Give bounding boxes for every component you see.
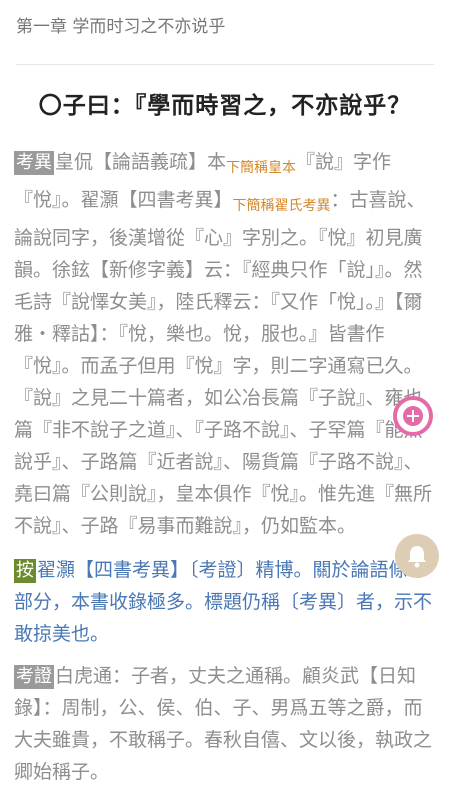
kaoyi-tag: 考異 — [14, 151, 54, 175]
kaoyi-text-1: 皇侃【論語義疏】本 — [55, 151, 227, 173]
commentary-kaoyi-paragraph: 考異 皇侃【論語義疏】本下簡稱皇本『說』字作『悅』。翟灝【四書考異】下簡稱翟氏考異… — [14, 146, 434, 542]
commentary-content: 考異 皇侃【論語義疏】本下簡稱皇本『說』字作『悅』。翟灝【四書考異】下簡稱翟氏考異… — [14, 146, 434, 788]
an-tag: 按 — [14, 559, 36, 583]
verse-heading: 〇子曰：『學而時習之，不亦說乎？ — [38, 92, 412, 119]
bell-icon — [408, 546, 426, 568]
kaozheng-tag: 考證 — [14, 665, 54, 689]
add-circle-icon — [403, 406, 423, 426]
an-text: 翟灝【四書考異】〔考證〕精博。關於論語條考部分，本書收錄極多。標題仍稱〔考異〕者… — [14, 559, 433, 645]
kaoyi-note-1: 下簡稱皇本 — [226, 160, 297, 176]
kaoyi-text-3: ：古喜說、論說同字，後漢增從『心』字別之。『悅』初見廣韻。徐鉉【新修字義】云：『… — [14, 189, 433, 537]
kaozheng-text: 白虎通：子者，丈夫之通稱。顧炎武【日知錄】：周制，公、侯、伯、子、男爲五等之爵，… — [14, 665, 433, 783]
kaoyi-note-2: 下簡稱翟氏考異 — [232, 198, 331, 214]
bell-button[interactable] — [395, 534, 439, 578]
commentary-kaozheng-paragraph: 考證 白虎通：子者，丈夫之通稱。顧炎武【日知錄】：周制，公、侯、伯、子、男爲五等之… — [14, 660, 434, 788]
header-divider — [16, 64, 434, 65]
add-button[interactable] — [393, 396, 433, 436]
commentary-an-paragraph: 按翟灝【四書考異】〔考證〕精博。關於論語條考部分，本書收錄極多。標題仍稱〔考異〕… — [14, 554, 434, 650]
chapter-title: 第一章 学而时习之不亦说乎 — [16, 17, 226, 37]
